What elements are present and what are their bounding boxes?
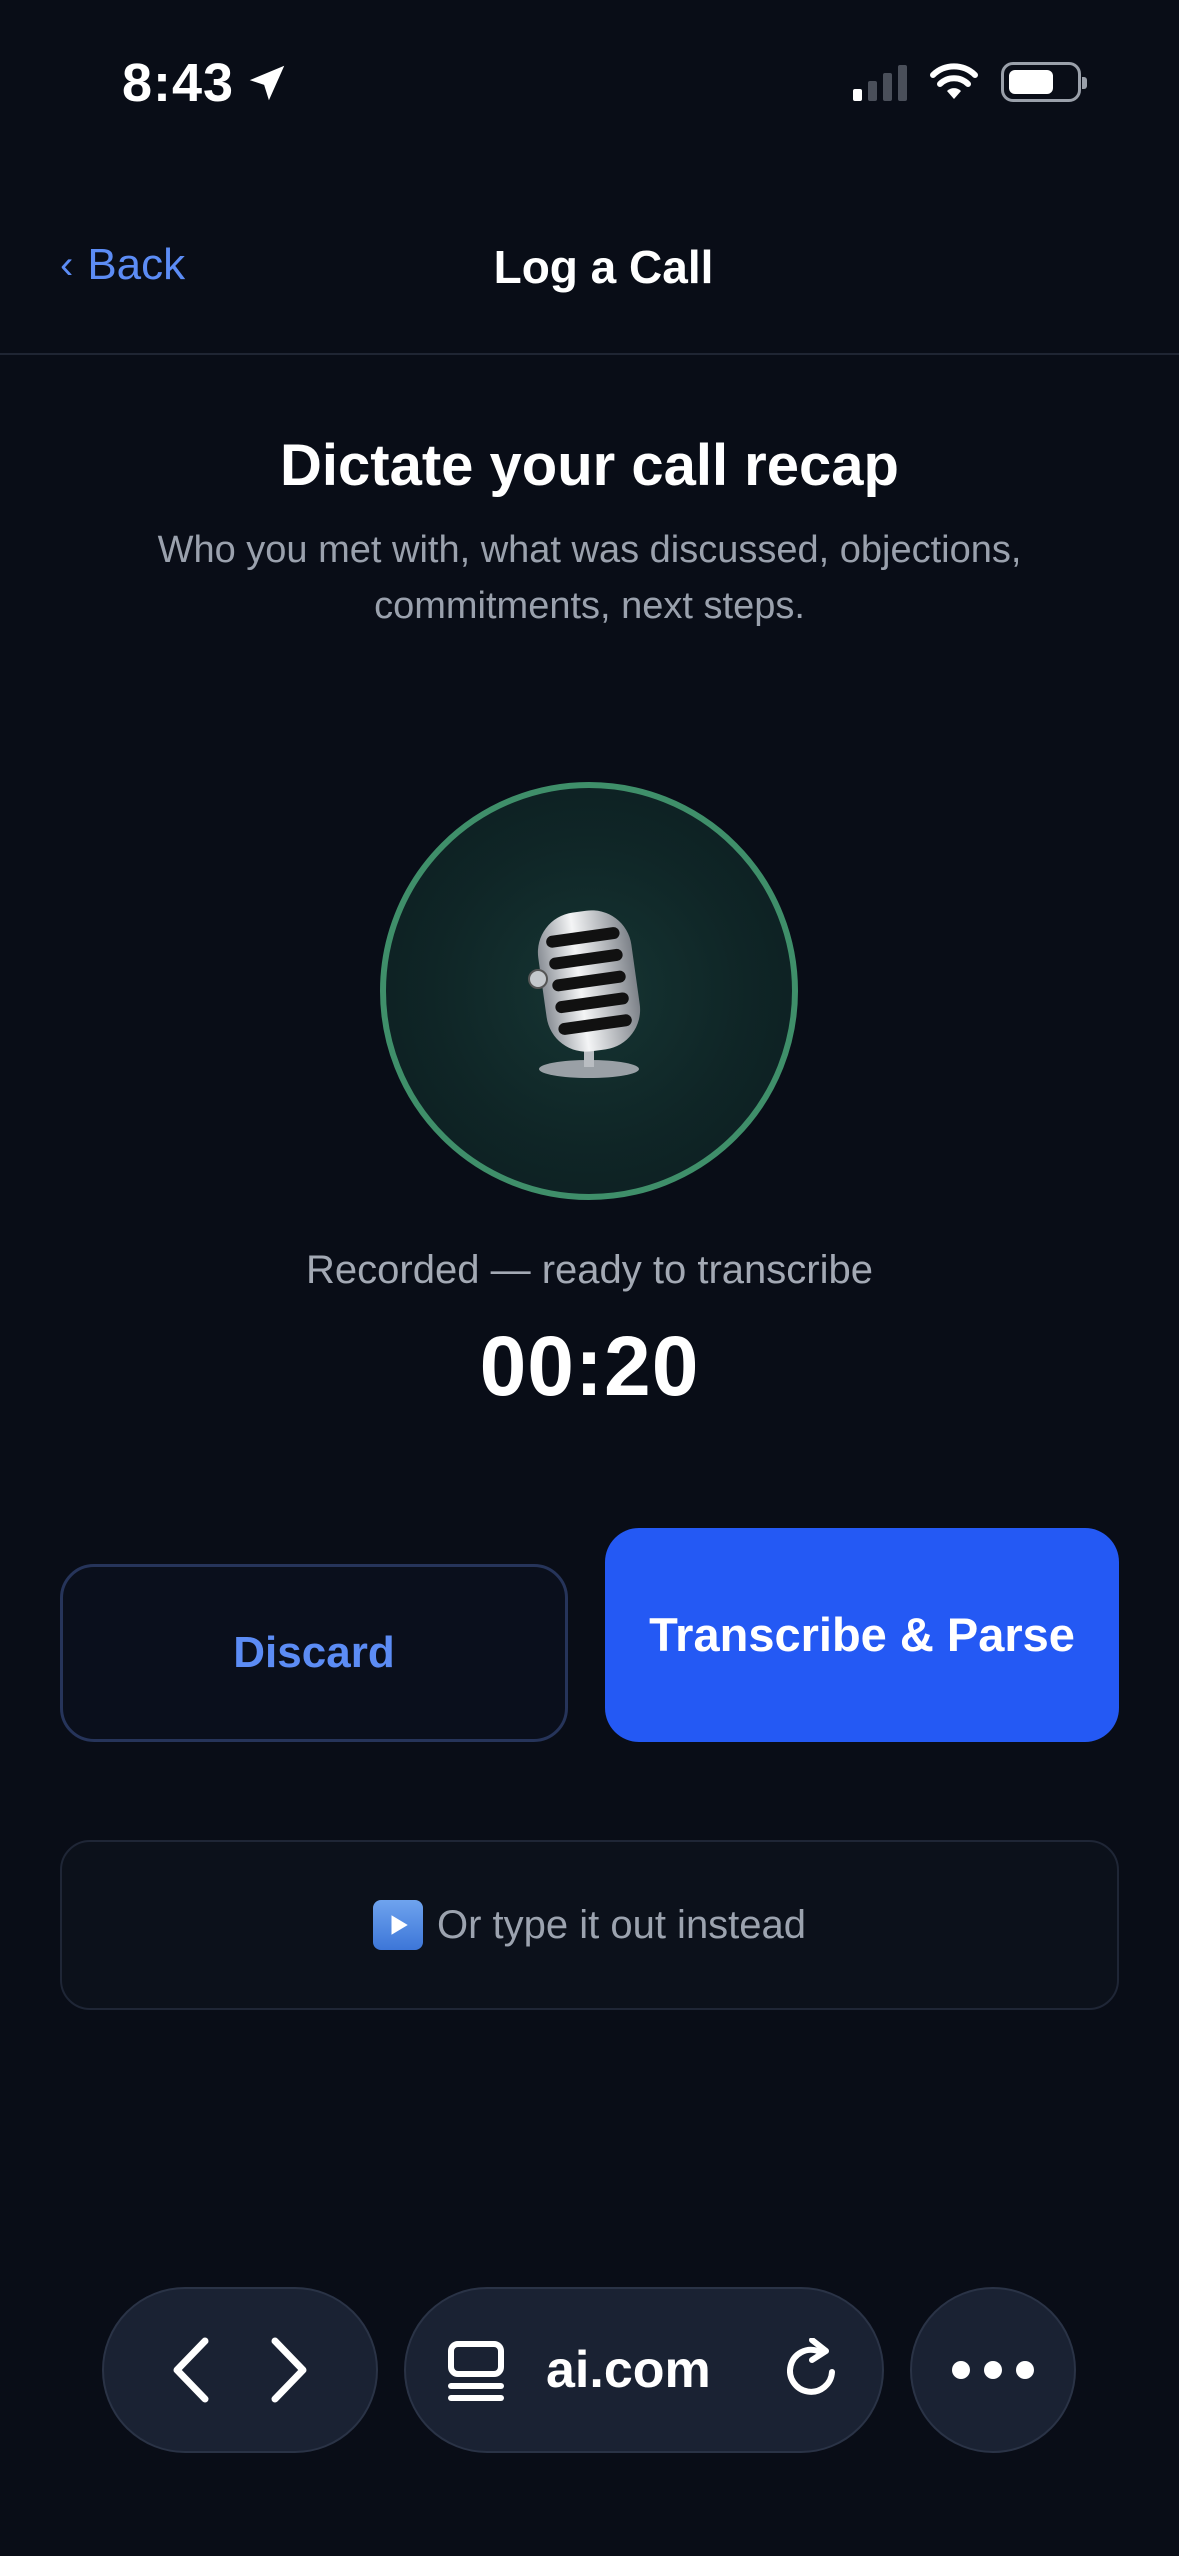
recording-timer: 00:20 bbox=[479, 1319, 700, 1413]
discard-button[interactable]: Discard bbox=[60, 1564, 568, 1742]
status-indicators bbox=[853, 62, 1087, 102]
play-icon bbox=[372, 1900, 423, 1950]
record-button[interactable] bbox=[380, 782, 798, 1200]
more-dot bbox=[1016, 2361, 1034, 2379]
microphone-icon bbox=[528, 910, 641, 1078]
browser-url-text: ai.com bbox=[546, 2341, 711, 2399]
tabs-overview-icon[interactable] bbox=[446, 2338, 506, 2402]
type-instead-label: Or type it out instead bbox=[436, 1902, 807, 1947]
browser-back-icon[interactable] bbox=[167, 2335, 217, 2405]
wifi-icon bbox=[930, 63, 978, 99]
more-options-button[interactable] bbox=[910, 2287, 1076, 2453]
status-bar: 8:43 bbox=[0, 0, 1179, 170]
type-instead-button[interactable]: Or type it out instead bbox=[60, 1840, 1119, 2010]
section-subtext: Who you met with, what was discussed, ob… bbox=[157, 529, 1022, 627]
more-dot bbox=[952, 2361, 970, 2379]
cellular-signal-icon bbox=[853, 63, 907, 101]
more-dot bbox=[984, 2361, 1002, 2379]
section-heading: Dictate your call recap bbox=[280, 433, 899, 498]
battery-icon bbox=[1001, 62, 1087, 102]
status-time: 8:43 bbox=[122, 52, 290, 114]
nav-header: ‹ Back Log a Call bbox=[0, 200, 1179, 355]
transcribe-parse-button[interactable]: Transcribe & Parse bbox=[605, 1528, 1119, 1742]
page-title: Log a Call bbox=[493, 241, 714, 293]
recording-status: Recorded — ready to transcribe bbox=[306, 1248, 873, 1292]
browser-url-bar[interactable]: ai.com bbox=[404, 2287, 884, 2453]
reload-icon[interactable] bbox=[782, 2338, 842, 2402]
browser-nav-controls bbox=[102, 2287, 378, 2453]
status-time-text: 8:43 bbox=[122, 53, 235, 113]
browser-forward-icon[interactable] bbox=[263, 2335, 313, 2405]
location-arrow-icon bbox=[249, 65, 285, 101]
